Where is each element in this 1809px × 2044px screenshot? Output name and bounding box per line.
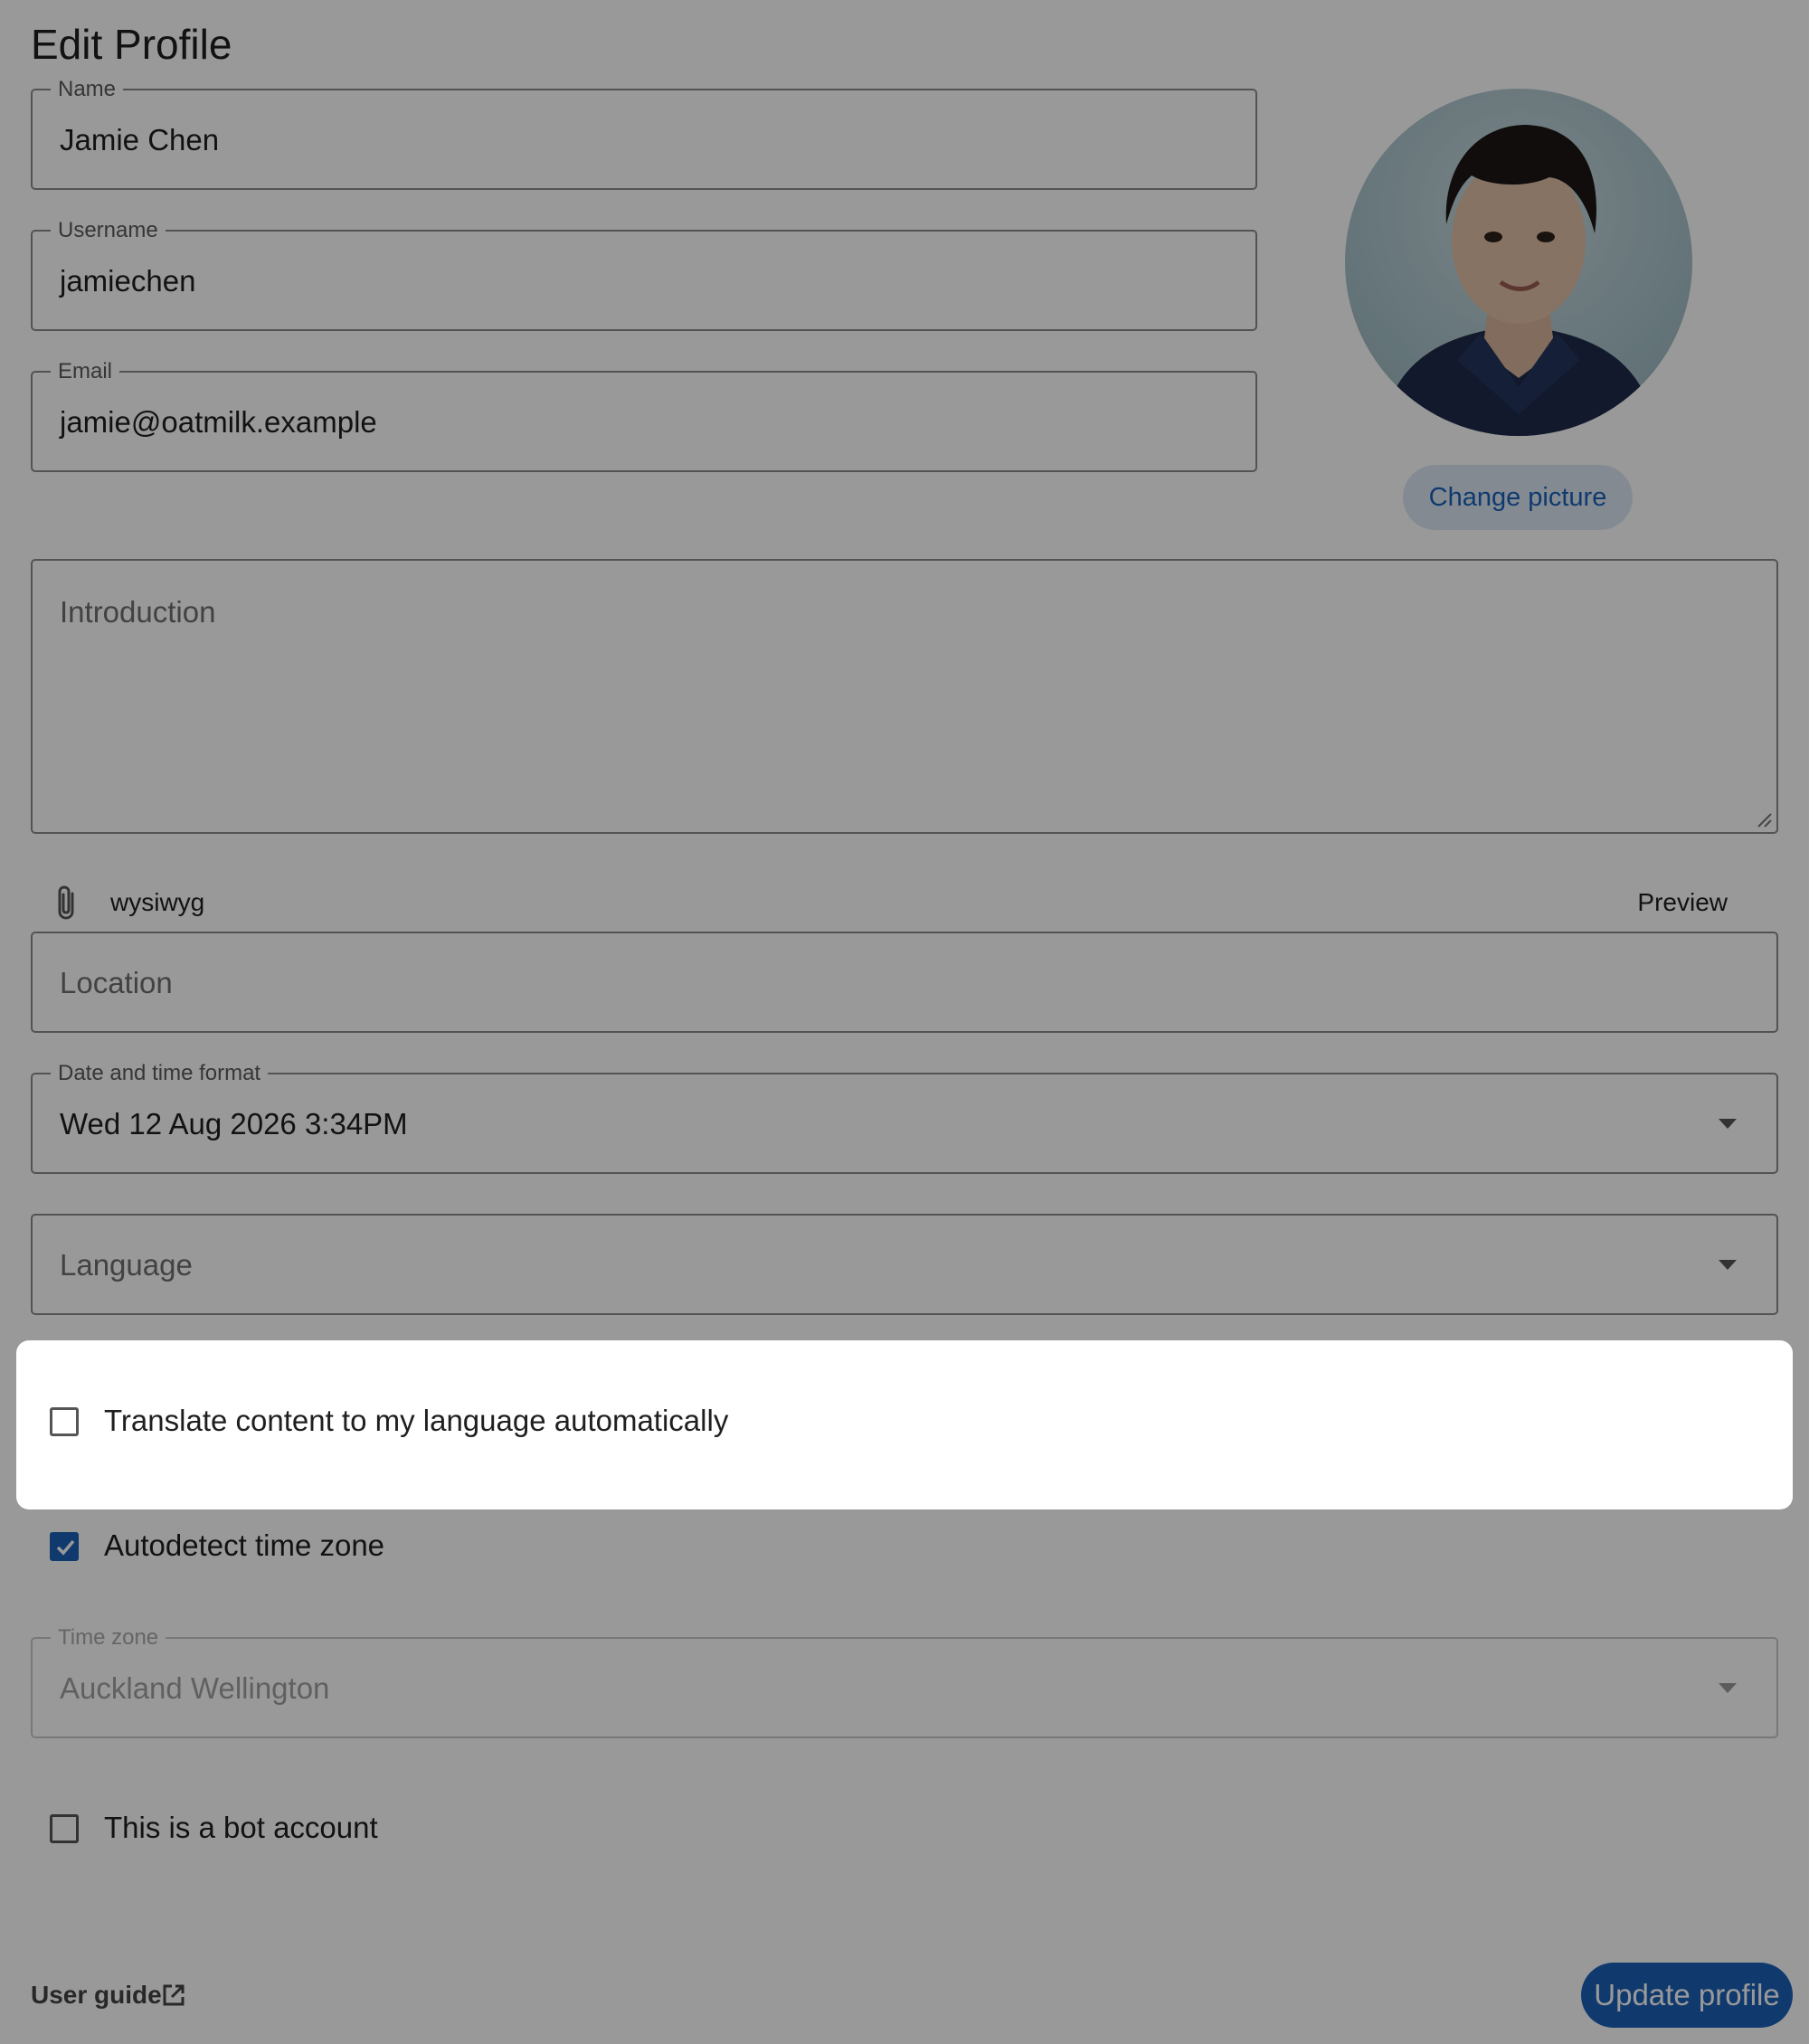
username-label: Username	[51, 218, 166, 243]
chevron-down-icon	[1719, 1260, 1737, 1270]
timezone-value: Auckland Wellington	[60, 1671, 330, 1705]
avatar-portrait	[1381, 125, 1656, 436]
page-title: Edit Profile	[31, 21, 232, 68]
introduction-textarea[interactable]: Introduction	[31, 559, 1778, 834]
name-value: Jamie Chen	[60, 123, 220, 156]
edit-profile-page: Edit Profile Name Jamie Chen Username ja…	[0, 0, 1809, 2044]
email-label: Email	[51, 359, 120, 384]
username-field[interactable]: Username jamiechen	[31, 218, 1257, 331]
chevron-down-icon	[1719, 1119, 1737, 1129]
translate-content-checkbox[interactable]: Translate content to my language automat…	[50, 1404, 864, 1442]
checkbox-unchecked-icon[interactable]	[50, 1814, 79, 1843]
checkbox-unchecked-icon[interactable]	[50, 1407, 79, 1436]
translate-content-label: Translate content to my language automat…	[104, 1404, 729, 1437]
autodetect-timezone-label: Autodetect time zone	[104, 1528, 385, 1562]
timezone-label: Time zone	[51, 1625, 166, 1651]
bot-account-checkbox[interactable]: This is a bot account	[50, 1811, 592, 1849]
change-picture-button[interactable]: Change picture	[1403, 465, 1633, 530]
external-link-icon[interactable]	[161, 1982, 186, 2008]
language-placeholder: Language	[60, 1248, 193, 1282]
name-label: Name	[51, 77, 124, 102]
language-select[interactable]: Language	[31, 1214, 1778, 1315]
preview-toggle[interactable]: Preview	[1637, 888, 1728, 917]
name-field[interactable]: Name Jamie Chen	[31, 77, 1257, 190]
editor-toolbar: wysiwyg Preview	[31, 877, 1778, 928]
location-placeholder: Location	[60, 966, 173, 999]
datetime-format-value: Wed 12 Aug 2026 3:34PM	[60, 1107, 408, 1140]
location-field[interactable]: Location	[31, 932, 1778, 1033]
wysiwyg-toggle[interactable]: wysiwyg	[110, 888, 204, 917]
autodetect-timezone-checkbox[interactable]: Autodetect time zone	[50, 1528, 592, 1566]
paperclip-icon[interactable]	[49, 883, 89, 923]
email-field[interactable]: Email jamie@oatmilk.example	[31, 359, 1257, 472]
timezone-select: Time zone Auckland Wellington	[31, 1625, 1778, 1738]
username-value: jamiechen	[60, 264, 196, 298]
introduction-placeholder: Introduction	[60, 595, 216, 629]
checkbox-checked-icon[interactable]	[50, 1532, 79, 1561]
bot-account-label: This is a bot account	[104, 1811, 378, 1844]
chevron-down-icon	[1719, 1683, 1737, 1693]
email-value: jamie@oatmilk.example	[60, 405, 377, 439]
datetime-format-select[interactable]: Date and time format Wed 12 Aug 2026 3:3…	[31, 1061, 1778, 1174]
user-guide-link[interactable]: User guide	[31, 1981, 162, 2010]
datetime-format-label: Date and time format	[51, 1061, 269, 1086]
avatar	[1345, 89, 1692, 436]
highlighted-section: Translate content to my language automat…	[16, 1340, 1793, 1509]
resize-handle-icon[interactable]	[1755, 810, 1773, 828]
update-profile-button[interactable]: Update profile	[1581, 1963, 1793, 2028]
